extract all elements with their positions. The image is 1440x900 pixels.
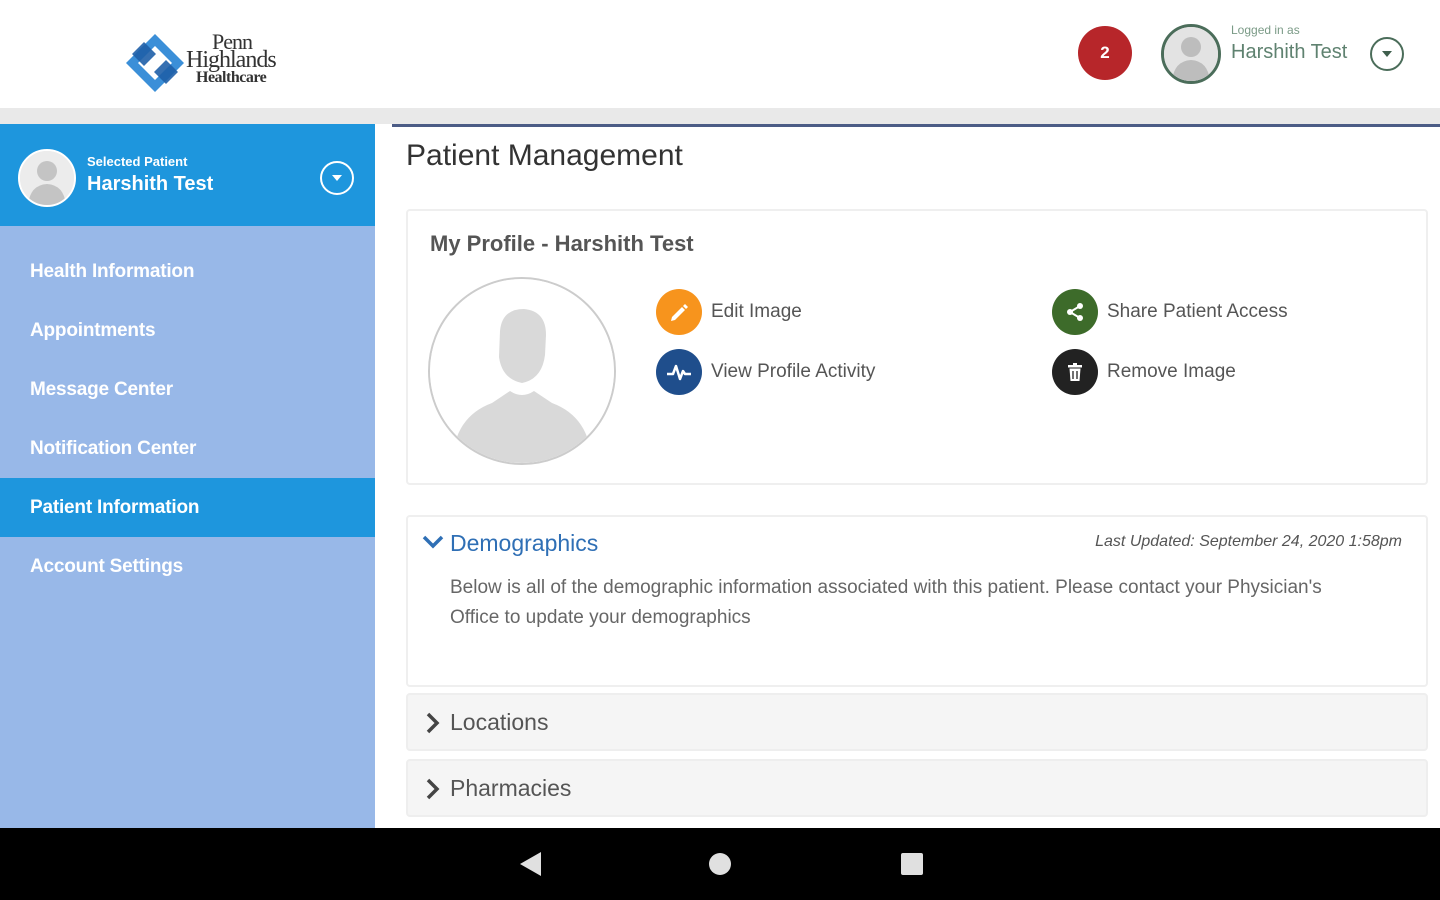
back-button[interactable] [505, 828, 555, 900]
logo-line-3: Healthcare [196, 69, 267, 86]
user-avatar[interactable] [1161, 24, 1221, 84]
chevron-down-icon[interactable] [422, 535, 444, 554]
profile-card: My Profile - Harshith Test Edit Image Vi… [406, 209, 1428, 485]
profile-title: My Profile - Harshith Test [430, 231, 694, 256]
view-profile-activity-label: View Profile Activity [711, 361, 876, 382]
penn-highlands-logo[interactable]: Penn Highlands Healthcare [124, 28, 304, 98]
remove-image-label: Remove Image [1107, 361, 1236, 382]
notification-badge[interactable]: 2 [1078, 26, 1132, 80]
logged-in-label: Logged in as [1231, 23, 1300, 37]
sidebar-item-account-settings[interactable]: Account Settings [0, 537, 375, 596]
edit-image-action[interactable]: Edit Image [656, 289, 802, 335]
trash-icon [1052, 349, 1098, 395]
logo-text: Penn Highlands Healthcare [186, 31, 277, 88]
profile-photo [428, 277, 616, 465]
view-profile-activity-action[interactable]: View Profile Activity [656, 349, 875, 395]
home-button[interactable] [695, 828, 745, 900]
share-icon [1052, 289, 1098, 335]
sidebar-item-notification-center[interactable]: Notification Center [0, 419, 375, 478]
demographics-panel: Demographics Last Updated: September 24,… [406, 515, 1428, 687]
selected-patient-label: Selected Patient [87, 154, 188, 169]
home-circle-icon [709, 853, 731, 875]
chevron-down-icon [332, 175, 342, 181]
sidebar-item-patient-information[interactable]: Patient Information [0, 478, 375, 537]
user-silhouette-icon [1164, 27, 1218, 81]
chevron-down-icon [1382, 51, 1392, 57]
app-header: Penn Highlands Healthcare 2 Logged in as… [0, 0, 1440, 108]
sidebar-item-health-information[interactable]: Health Information [0, 242, 375, 301]
locations-label: Locations [450, 709, 549, 735]
pharmacies-label: Pharmacies [450, 775, 572, 801]
edit-image-label: Edit Image [711, 301, 802, 322]
sidebar-item-appointments[interactable]: Appointments [0, 301, 375, 360]
sidebar-item-message-center[interactable]: Message Center [0, 360, 375, 419]
remove-image-action[interactable]: Remove Image [1052, 349, 1236, 395]
pharmacies-section[interactable]: Pharmacies [406, 759, 1428, 817]
recents-square-icon [901, 853, 923, 875]
logo-line-2: Highlands [186, 47, 277, 73]
chevron-right-icon [426, 712, 440, 739]
demographics-description: Below is all of the demographic informat… [450, 577, 1322, 628]
user-menu-button[interactable] [1370, 37, 1404, 71]
patient-silhouette-icon [20, 151, 74, 205]
recents-button[interactable] [887, 828, 937, 900]
selected-patient-name: Harshith Test [87, 173, 214, 195]
locations-section[interactable]: Locations [406, 693, 1428, 751]
sidebar-nav: Health Information Appointments Message … [0, 242, 375, 596]
selected-patient-panel[interactable]: Selected Patient Harshith Test [0, 124, 375, 226]
header-divider [0, 108, 1440, 124]
share-patient-access-label: Share Patient Access [1107, 301, 1288, 322]
back-triangle-icon [520, 852, 541, 876]
share-patient-access-action[interactable]: Share Patient Access [1052, 289, 1288, 335]
demographics-last-updated: Last Updated: September 24, 2020 1:58pm [1095, 533, 1402, 550]
main-content: Patient Management My Profile - Harshith… [392, 124, 1440, 828]
page-title: Patient Management [406, 139, 683, 172]
activity-pulse-icon [656, 349, 702, 395]
logged-in-user-name[interactable]: Harshith Test [1231, 41, 1347, 64]
profile-silhouette-icon [430, 279, 614, 463]
patient-avatar [18, 149, 76, 207]
logo-diamond-icon [126, 34, 184, 92]
chevron-right-icon [426, 778, 440, 805]
android-navigation-bar [0, 828, 1440, 900]
patient-switch-button[interactable] [320, 161, 354, 195]
pencil-icon [656, 289, 702, 335]
demographics-toggle[interactable]: Demographics [450, 530, 598, 557]
sidebar: Selected Patient Harshith Test Health In… [0, 124, 375, 828]
